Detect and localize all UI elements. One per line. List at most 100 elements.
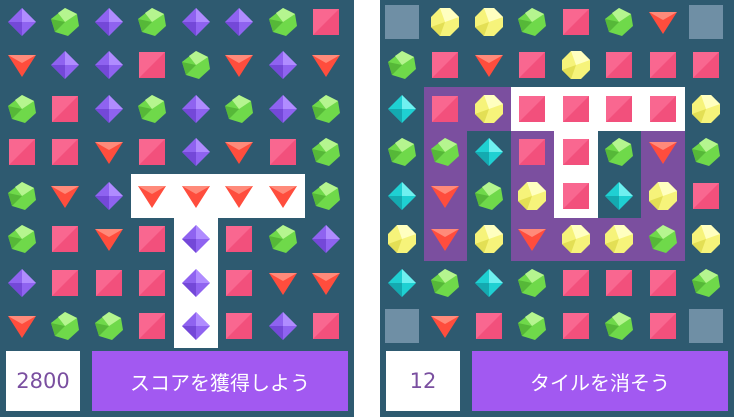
red-triangle-icon[interactable] bbox=[94, 224, 124, 254]
pink-square-icon[interactable] bbox=[648, 311, 678, 341]
stone-tile-icon[interactable] bbox=[384, 309, 419, 344]
green-octagon-icon[interactable] bbox=[7, 181, 37, 211]
red-triangle-icon[interactable] bbox=[137, 181, 167, 211]
pink-square-icon[interactable] bbox=[691, 50, 721, 80]
pink-square-icon[interactable] bbox=[94, 268, 124, 298]
game-board-left[interactable] bbox=[0, 0, 354, 348]
red-triangle-icon[interactable] bbox=[311, 50, 341, 80]
cyan-diamond-icon[interactable] bbox=[387, 268, 417, 298]
green-octagon-icon[interactable] bbox=[224, 94, 254, 124]
pink-square-icon[interactable] bbox=[561, 268, 591, 298]
green-octagon-icon[interactable] bbox=[7, 94, 37, 124]
pink-square-icon[interactable] bbox=[691, 181, 721, 211]
red-triangle-icon[interactable] bbox=[648, 137, 678, 167]
pink-square-icon[interactable] bbox=[474, 311, 504, 341]
yellow-octagon-icon[interactable] bbox=[648, 181, 678, 211]
red-triangle-icon[interactable] bbox=[224, 137, 254, 167]
pink-square-icon[interactable] bbox=[311, 311, 341, 341]
pink-square-icon[interactable] bbox=[137, 268, 167, 298]
blue-diamond-icon[interactable] bbox=[311, 224, 341, 254]
yellow-octagon-icon[interactable] bbox=[474, 94, 504, 124]
cyan-diamond-icon[interactable] bbox=[387, 94, 417, 124]
red-triangle-icon[interactable] bbox=[268, 268, 298, 298]
red-triangle-icon[interactable] bbox=[224, 181, 254, 211]
stone-tile-icon[interactable] bbox=[689, 309, 724, 344]
pink-square-icon[interactable] bbox=[50, 137, 80, 167]
cyan-diamond-icon[interactable] bbox=[387, 181, 417, 211]
red-triangle-icon[interactable] bbox=[268, 181, 298, 211]
green-octagon-icon[interactable] bbox=[311, 137, 341, 167]
green-octagon-icon[interactable] bbox=[50, 7, 80, 37]
pink-square-icon[interactable] bbox=[311, 7, 341, 37]
green-octagon-icon[interactable] bbox=[517, 268, 547, 298]
green-octagon-icon[interactable] bbox=[268, 7, 298, 37]
blue-diamond-icon[interactable] bbox=[224, 7, 254, 37]
red-triangle-icon[interactable] bbox=[430, 224, 460, 254]
blue-diamond-icon[interactable] bbox=[181, 224, 211, 254]
pink-square-icon[interactable] bbox=[50, 94, 80, 124]
cyan-diamond-icon[interactable] bbox=[604, 181, 634, 211]
pink-square-icon[interactable] bbox=[50, 268, 80, 298]
pink-square-icon[interactable] bbox=[561, 137, 591, 167]
yellow-octagon-icon[interactable] bbox=[561, 50, 591, 80]
pink-square-icon[interactable] bbox=[561, 311, 591, 341]
pink-square-icon[interactable] bbox=[137, 50, 167, 80]
yellow-octagon-icon[interactable] bbox=[604, 224, 634, 254]
blue-diamond-icon[interactable] bbox=[268, 311, 298, 341]
green-octagon-icon[interactable] bbox=[137, 7, 167, 37]
blue-diamond-icon[interactable] bbox=[268, 50, 298, 80]
game-board-right[interactable] bbox=[380, 0, 734, 348]
red-triangle-icon[interactable] bbox=[94, 137, 124, 167]
stone-tile-icon[interactable] bbox=[384, 4, 419, 39]
green-octagon-icon[interactable] bbox=[517, 7, 547, 37]
blue-diamond-icon[interactable] bbox=[181, 137, 211, 167]
stone-tile-icon[interactable] bbox=[689, 4, 724, 39]
blue-diamond-icon[interactable] bbox=[94, 94, 124, 124]
red-triangle-icon[interactable] bbox=[7, 311, 37, 341]
green-octagon-icon[interactable] bbox=[137, 94, 167, 124]
green-octagon-icon[interactable] bbox=[387, 50, 417, 80]
green-octagon-icon[interactable] bbox=[430, 268, 460, 298]
green-octagon-icon[interactable] bbox=[268, 224, 298, 254]
blue-diamond-icon[interactable] bbox=[94, 181, 124, 211]
pink-square-icon[interactable] bbox=[137, 311, 167, 341]
pink-square-icon[interactable] bbox=[50, 224, 80, 254]
green-octagon-icon[interactable] bbox=[181, 50, 211, 80]
blue-diamond-icon[interactable] bbox=[50, 50, 80, 80]
pink-square-icon[interactable] bbox=[561, 7, 591, 37]
red-triangle-icon[interactable] bbox=[181, 181, 211, 211]
red-triangle-icon[interactable] bbox=[517, 224, 547, 254]
pink-square-icon[interactable] bbox=[561, 181, 591, 211]
pink-square-icon[interactable] bbox=[430, 94, 460, 124]
pink-square-icon[interactable] bbox=[517, 137, 547, 167]
green-octagon-icon[interactable] bbox=[311, 94, 341, 124]
yellow-octagon-icon[interactable] bbox=[691, 224, 721, 254]
pink-square-icon[interactable] bbox=[517, 94, 547, 124]
green-octagon-icon[interactable] bbox=[604, 7, 634, 37]
pink-square-icon[interactable] bbox=[268, 137, 298, 167]
red-triangle-icon[interactable] bbox=[430, 181, 460, 211]
pink-square-icon[interactable] bbox=[648, 50, 678, 80]
green-octagon-icon[interactable] bbox=[387, 137, 417, 167]
green-octagon-icon[interactable] bbox=[50, 311, 80, 341]
yellow-octagon-icon[interactable] bbox=[561, 224, 591, 254]
green-octagon-icon[interactable] bbox=[648, 224, 678, 254]
red-triangle-icon[interactable] bbox=[430, 311, 460, 341]
blue-diamond-icon[interactable] bbox=[94, 50, 124, 80]
blue-diamond-icon[interactable] bbox=[7, 7, 37, 37]
pink-square-icon[interactable] bbox=[430, 50, 460, 80]
yellow-octagon-icon[interactable] bbox=[691, 94, 721, 124]
yellow-octagon-icon[interactable] bbox=[517, 181, 547, 211]
pink-square-icon[interactable] bbox=[224, 224, 254, 254]
pink-square-icon[interactable] bbox=[561, 94, 591, 124]
blue-diamond-icon[interactable] bbox=[181, 7, 211, 37]
red-triangle-icon[interactable] bbox=[311, 268, 341, 298]
green-octagon-icon[interactable] bbox=[430, 137, 460, 167]
red-triangle-icon[interactable] bbox=[50, 181, 80, 211]
pink-square-icon[interactable] bbox=[137, 137, 167, 167]
blue-diamond-icon[interactable] bbox=[94, 7, 124, 37]
yellow-octagon-icon[interactable] bbox=[474, 7, 504, 37]
goal-button[interactable]: タイルを消そう bbox=[472, 351, 728, 411]
green-octagon-icon[interactable] bbox=[474, 181, 504, 211]
red-triangle-icon[interactable] bbox=[7, 50, 37, 80]
